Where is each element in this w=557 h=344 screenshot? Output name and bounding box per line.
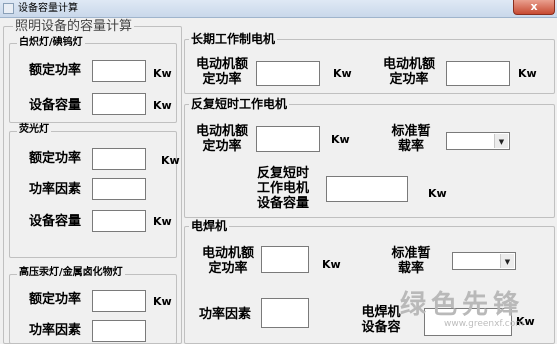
site-watermark: 绿色先锋 www.greenxf.com bbox=[400, 284, 524, 329]
short-time-motor-duty-rate-label: 标准暂 载率 bbox=[391, 124, 431, 154]
welder-power-factor-input[interactable] bbox=[261, 298, 309, 328]
window-title: 设备容量计算 bbox=[18, 3, 78, 14]
incandescent-capacity-label: 设备容量 bbox=[29, 98, 82, 113]
mercury-group-title: 高压汞灯/金属卤化物灯 bbox=[17, 267, 125, 278]
welder-duty-rate-select[interactable]: ▼ bbox=[452, 252, 516, 270]
incandescent-capacity-input[interactable] bbox=[92, 93, 146, 115]
short-time-motor-title: 反复短时工作电机 bbox=[189, 97, 290, 111]
incandescent-rated-power-label: 额定功率 bbox=[29, 63, 82, 78]
welder-rated-power-label: 电动机额 定功率 bbox=[201, 246, 254, 276]
long-term-motor-title: 长期工作制电机 bbox=[189, 32, 278, 46]
close-icon: x bbox=[530, 0, 538, 13]
long-term-motor-rated-power-input-2[interactable] bbox=[446, 61, 510, 86]
short-time-motor-rated-power-unit: Kw bbox=[331, 133, 350, 146]
incandescent-group-title: 白炽灯/碘钨灯 bbox=[17, 37, 85, 48]
short-time-motor-capacity-label: 反复短时 工作电机 设备容量 bbox=[256, 166, 309, 211]
long-term-motor-rated-power-input-1[interactable] bbox=[256, 61, 320, 86]
welder-duty-rate-label: 标准暂 载率 bbox=[391, 246, 431, 276]
chevron-down-icon[interactable]: ▼ bbox=[494, 134, 508, 148]
long-term-motor-rated-power-label-2: 电动机额 定功率 bbox=[382, 57, 435, 87]
fluorescent-rated-power-input[interactable] bbox=[92, 148, 146, 170]
incandescent-rated-power-unit: Kw bbox=[153, 67, 172, 80]
welder-rated-power-input[interactable] bbox=[261, 246, 309, 273]
fluorescent-power-factor-label: 功率因素 bbox=[29, 182, 82, 197]
close-button[interactable]: x bbox=[513, 0, 555, 15]
app-icon bbox=[3, 3, 14, 14]
watermark-url: www.greenxf.com bbox=[444, 319, 525, 329]
long-term-motor-unit-2: Kw bbox=[518, 67, 537, 80]
mercury-power-factor-input[interactable] bbox=[92, 320, 146, 342]
fluorescent-power-factor-input[interactable] bbox=[92, 178, 146, 200]
mercury-rated-power-input[interactable] bbox=[92, 290, 146, 312]
incandescent-capacity-unit: Kw bbox=[153, 99, 172, 112]
short-time-motor-capacity-input[interactable] bbox=[326, 176, 408, 202]
mercury-rated-power-unit: Kw bbox=[153, 295, 172, 308]
mercury-power-factor-label: 功率因素 bbox=[29, 323, 82, 338]
chevron-down-icon[interactable]: ▼ bbox=[500, 254, 514, 268]
fluorescent-capacity-label: 设备容量 bbox=[29, 214, 82, 229]
long-term-motor-unit-1: Kw bbox=[333, 67, 352, 80]
window-titlebar: 设备容量计算 x bbox=[0, 0, 557, 18]
fluorescent-group-title: 荧光灯 bbox=[17, 124, 51, 135]
welder-power-factor-label: 功率因素 bbox=[199, 307, 252, 322]
short-time-motor-capacity-unit: Kw bbox=[428, 187, 447, 200]
watermark-text: 绿色先锋 bbox=[400, 290, 525, 320]
short-time-motor-rated-power-input[interactable] bbox=[256, 126, 320, 152]
welder-rated-power-unit: Kw bbox=[322, 258, 341, 271]
short-time-motor-rated-power-label: 电动机额 定功率 bbox=[195, 124, 248, 154]
fluorescent-rated-power-label: 额定功率 bbox=[29, 151, 82, 166]
mercury-rated-power-label: 额定功率 bbox=[29, 292, 82, 307]
lighting-group-title: 照明设备的容量计算 bbox=[13, 19, 135, 34]
fluorescent-rated-power-unit: Kw bbox=[161, 154, 180, 167]
welder-title: 电焊机 bbox=[189, 219, 230, 233]
fluorescent-capacity-unit: Kw bbox=[153, 215, 172, 228]
long-term-motor-rated-power-label-1: 电动机额 定功率 bbox=[195, 57, 248, 87]
short-time-motor-duty-rate-select[interactable]: ▼ bbox=[446, 132, 510, 150]
incandescent-rated-power-input[interactable] bbox=[92, 60, 146, 82]
fluorescent-capacity-input[interactable] bbox=[92, 210, 146, 232]
